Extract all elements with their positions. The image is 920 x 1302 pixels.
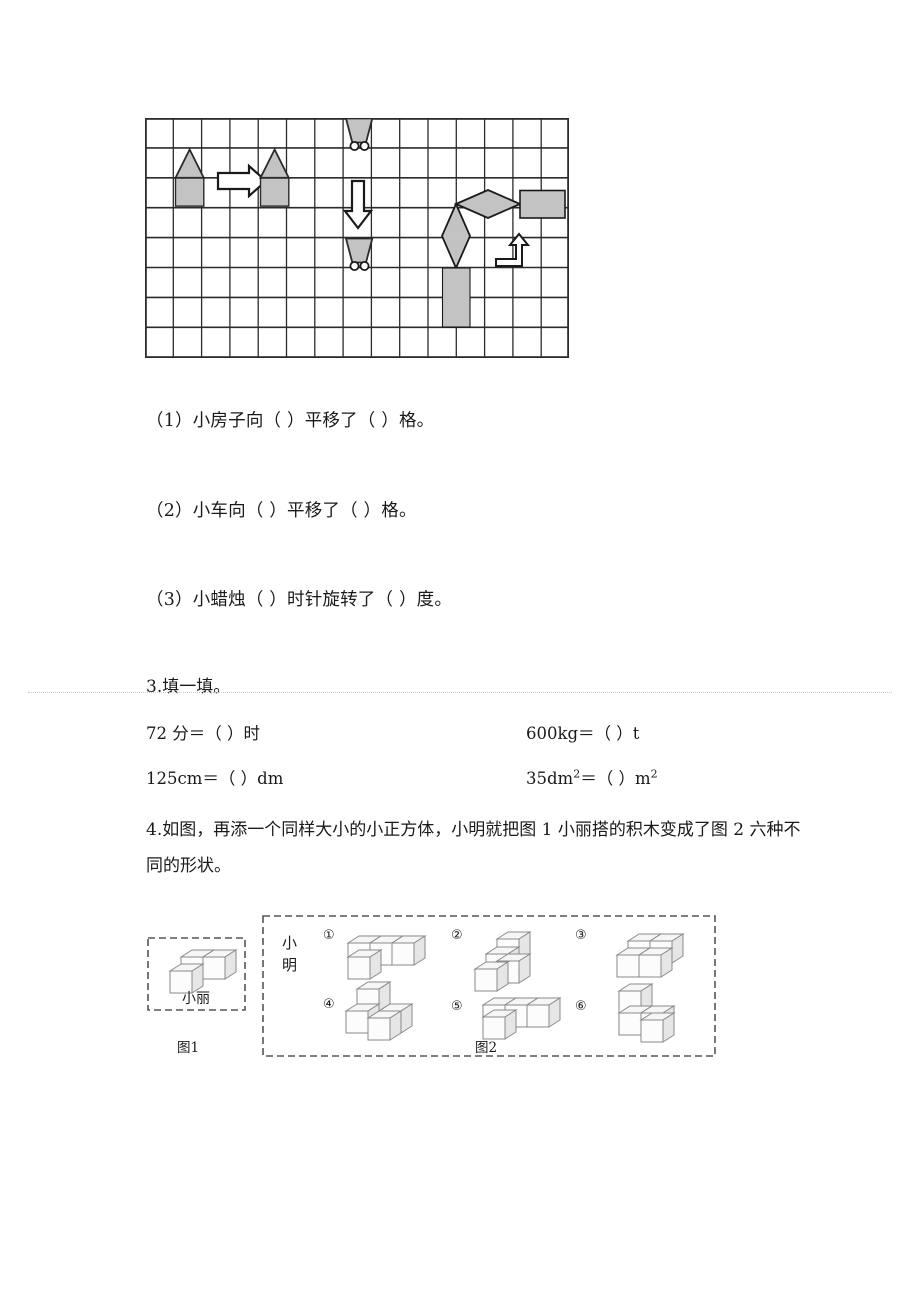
figure2-box: 小 明 ① ② ③ ④ ⑤ ⑥ xyxy=(262,915,716,1057)
question-1-3: （3）小蜡烛（ ）时针旋转了（ ）度。 xyxy=(146,590,453,610)
item-3-number: ③ xyxy=(575,928,587,943)
item-4-cubes xyxy=(345,981,413,1041)
worksheet-page: （1）小房子向（ ）平移了（ ）格。 （2）小车向（ ）平移了（ ）格。 （3）… xyxy=(0,0,920,1302)
conversion-2-right-pre: 35dm xyxy=(526,769,574,788)
item-4-number: ④ xyxy=(323,997,335,1012)
figure1-box: 小丽 xyxy=(147,937,246,1011)
candle-body-rectangle xyxy=(519,189,566,219)
item-6-number: ⑥ xyxy=(575,999,587,1014)
question-1-1: （1）小房子向（ ）平移了（ ）格。 xyxy=(146,411,435,431)
conversion-2-right: 35dm2＝（ ）m2 xyxy=(526,765,658,789)
conversion-row-2: 125cm＝（ ）dm 35dm2＝（ ）m2 xyxy=(146,765,658,789)
conversion-2-sup-b: 2 xyxy=(650,767,658,781)
car-bottom-shape xyxy=(345,237,374,272)
conversion-2-left: 125cm＝（ ）dm xyxy=(146,769,284,788)
xiaoli-label: 小丽 xyxy=(182,991,210,1007)
xiaoming-label-char2: 明 xyxy=(282,956,297,974)
conversion-1-right: 600kg＝（ ）t xyxy=(526,724,640,743)
item-5-cubes xyxy=(482,997,561,1040)
item-2-number: ② xyxy=(451,928,463,943)
item-1-number: ① xyxy=(323,928,335,943)
xiaoming-label-char1: 小 xyxy=(282,934,297,952)
figure2-caption: 图2 xyxy=(475,1040,497,1056)
item-2-cubes xyxy=(474,931,531,992)
cube-blocks-figure: 小丽 图1 小 明 ① ② ③ ④ ⑤ ⑥ 图2 xyxy=(145,910,725,1090)
question-1-2: （2）小车向（ ）平移了（ ）格。 xyxy=(146,501,417,521)
item-5-number: ⑤ xyxy=(451,999,463,1014)
conversion-1-left: 72 分＝（ ）时 xyxy=(146,724,260,743)
item-3-cubes xyxy=(616,933,684,978)
conversion-row-1: 72 分＝（ ）时 600kg＝（ ）t xyxy=(146,720,639,744)
conversion-2-right-mid: ＝（ ）m xyxy=(580,769,651,788)
car-top-shape xyxy=(345,118,374,152)
question-4-heading: 4.如图，再添一个同样大小的小正方体，小明就把图 1 小丽搭的积木变成了图 2 … xyxy=(146,820,801,876)
item-1-cubes xyxy=(347,935,426,980)
dotted-separator xyxy=(28,692,892,694)
figure1-caption: 图1 xyxy=(177,1040,199,1056)
item-6-cubes xyxy=(618,983,675,1043)
translation-rotation-grid-figure xyxy=(145,118,569,358)
